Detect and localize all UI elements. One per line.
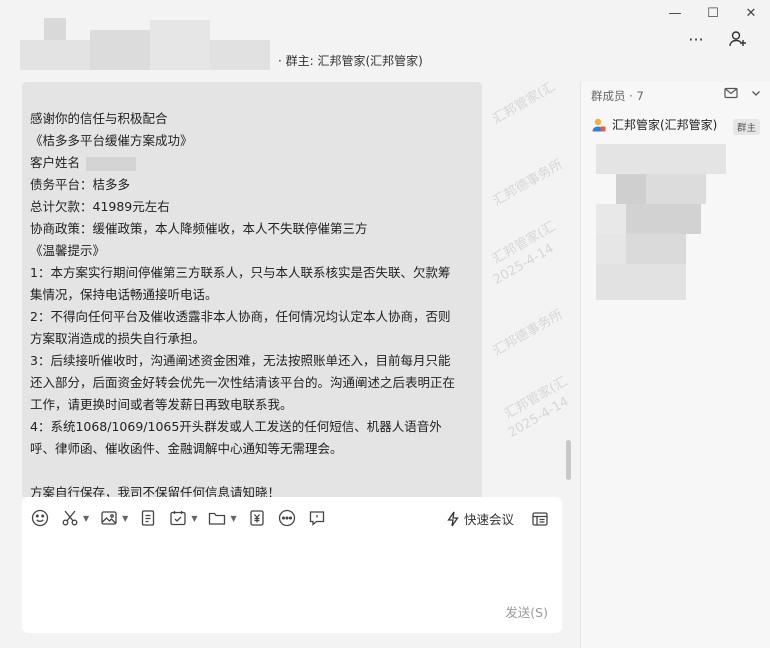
chevron-down-icon[interactable] [750,87,762,99]
folder-button[interactable]: ▼ [207,507,237,529]
message-line: 3：后续接听催收时，沟通阐述资金困难，无法按照账单还入，目前每月只能 [30,353,451,368]
chevron-down-icon: ▼ [122,513,129,523]
blurred-name [150,20,210,70]
blurred-member-list [646,174,706,204]
send-button[interactable]: 发送(S) [505,602,548,621]
close-button[interactable]: ✕ [732,0,770,26]
watermark: 2025-4-14 [490,241,557,288]
document-icon [142,510,155,526]
message-line: 总计欠款：41989元左右 [30,199,170,214]
blurred-member-list [596,144,726,174]
members-count: 群成员 · 7 [591,89,644,103]
watermark: 2025-4-14 [505,394,572,441]
chat-bubble-icon [309,511,324,526]
emoji-icon [31,509,49,527]
calendar-check-icon [170,511,186,526]
blurred-customer-name [86,156,137,171]
blurred-member-list [616,174,646,204]
message-line: 方案取消造成的损失自行承担。 [30,331,206,346]
red-packet-button[interactable] [247,507,267,529]
member-panel: 群成员 · 7 汇邦管家(汇邦管家) 群主 [580,82,770,648]
blurred-member-list [596,204,626,234]
message-line: 《温馨提示》 [30,243,106,258]
add-member-button[interactable] [726,28,750,50]
members-head-actions [724,87,762,99]
chevron-down-icon: ▼ [230,513,237,523]
more-circle-icon [278,509,295,527]
owner-badge: 群主 [732,119,760,135]
message-text: 客户姓名 [30,155,81,170]
blurred-member-list [596,234,626,264]
scissors-icon [62,510,78,526]
mail-icon[interactable] [724,87,738,99]
watermark: 汇邦管家(汇 [489,219,559,268]
message-line: 4：系统1068/1069/1065开头群发或人工发送的任何短信、机器人语音外 [30,419,442,434]
blurred-avatar [44,18,66,40]
message-line: 债务平台：桔多多 [30,177,131,192]
blurred-name [20,40,90,70]
blurred-member-list [626,204,701,234]
member-name: 汇邦管家(汇邦管家) [612,118,718,132]
blurred-member-list [626,234,686,264]
message-line: 1：本方案实行期间停催第三方联系人，只与本人联系核实是否失联、欠款筹 [30,265,451,280]
quick-meeting-button[interactable]: 快速会议 [446,509,514,528]
schedule-button[interactable]: ▼ [168,507,197,529]
member-item-owner[interactable]: 汇邦管家(汇邦管家) [591,116,717,133]
header-actions: ··· [684,28,750,50]
message-line: 协商政策：缓催政策，本人降频催收，本人不失联停催第三方 [30,221,368,236]
watermark: 汇邦管家(汇 [501,374,571,423]
chevron-down-icon: ▼ [191,513,198,523]
message-line: 《桔多多平台缓催方案成功》 [30,133,193,148]
more-button[interactable]: ··· [684,28,708,50]
minimize-button[interactable]: — [656,0,694,26]
chat-history-button[interactable] [530,509,550,533]
watermark: 汇邦德事务所 [490,157,566,210]
document-button[interactable] [138,507,158,529]
chat-scrollbar[interactable] [566,440,571,480]
user-avatar-icon [592,118,606,131]
window-controls: — ☐ ✕ [656,0,770,26]
page-title: · 群主: 汇邦管家(汇邦管家) [278,54,423,68]
message-box-button[interactable] [307,507,327,529]
emoji-button[interactable] [30,507,50,529]
chat-area: 感谢你的信任与积极配合 《桔多多平台缓催方案成功》 客户姓名 债务平台：桔多多 … [0,82,578,497]
message-line: 集情况，保持电话畅通接听电话。 [30,287,218,302]
message-line: 呼、律师函、催收函件、金融调解中心通知等无需理会。 [30,441,343,456]
message-line: 工作，请更换时间或者等发薪日再致电联系我。 [30,397,293,412]
maximize-button[interactable]: ☐ [694,0,732,26]
more-tools-button[interactable] [277,507,297,529]
message-bubble: 感谢你的信任与积极配合 《桔多多平台缓催方案成功》 客户姓名 债务平台：桔多多 … [22,82,482,497]
composer-toolbar: ▼ ▼ ▼ ▼ [30,507,327,529]
chevron-down-icon: ▼ [83,513,90,523]
history-list-icon [532,512,548,526]
image-icon [101,511,117,525]
image-button[interactable]: ▼ [99,507,128,529]
red-packet-icon [249,510,264,526]
title-bar: · 群主: 汇邦管家(汇邦管家) — ☐ ✕ ··· [0,0,770,82]
watermark: 汇邦管家(汇 [489,82,559,128]
blurred-name [90,30,150,70]
screenshot-button[interactable]: ▼ [60,507,89,529]
watermark: 汇邦德事务所 [490,307,566,360]
add-user-icon [729,31,746,47]
folder-icon [209,512,226,525]
lightning-icon [447,511,459,526]
message-line [30,460,474,482]
message-line: 方案自行保存，我司不保留任何信息请知晓！ [30,485,281,497]
message-composer[interactable]: ▼ ▼ ▼ ▼ 快速会议 发送(S) [22,497,562,633]
message-line: 还入部分，后面资金好转会优先一次性结清该平台的。沟通阐述之后表明正在 [30,375,456,390]
blurred-member-list [596,264,686,300]
message-line: 2：不得向任何平台及催收透露非本人协商，任何情况均认定本人协商，否则 [30,309,451,324]
blurred-name [210,40,270,70]
message-line: 感谢你的信任与积极配合 [30,111,168,126]
message-line: 客户姓名 [30,152,474,174]
quick-meeting-label: 快速会议 [463,512,514,527]
